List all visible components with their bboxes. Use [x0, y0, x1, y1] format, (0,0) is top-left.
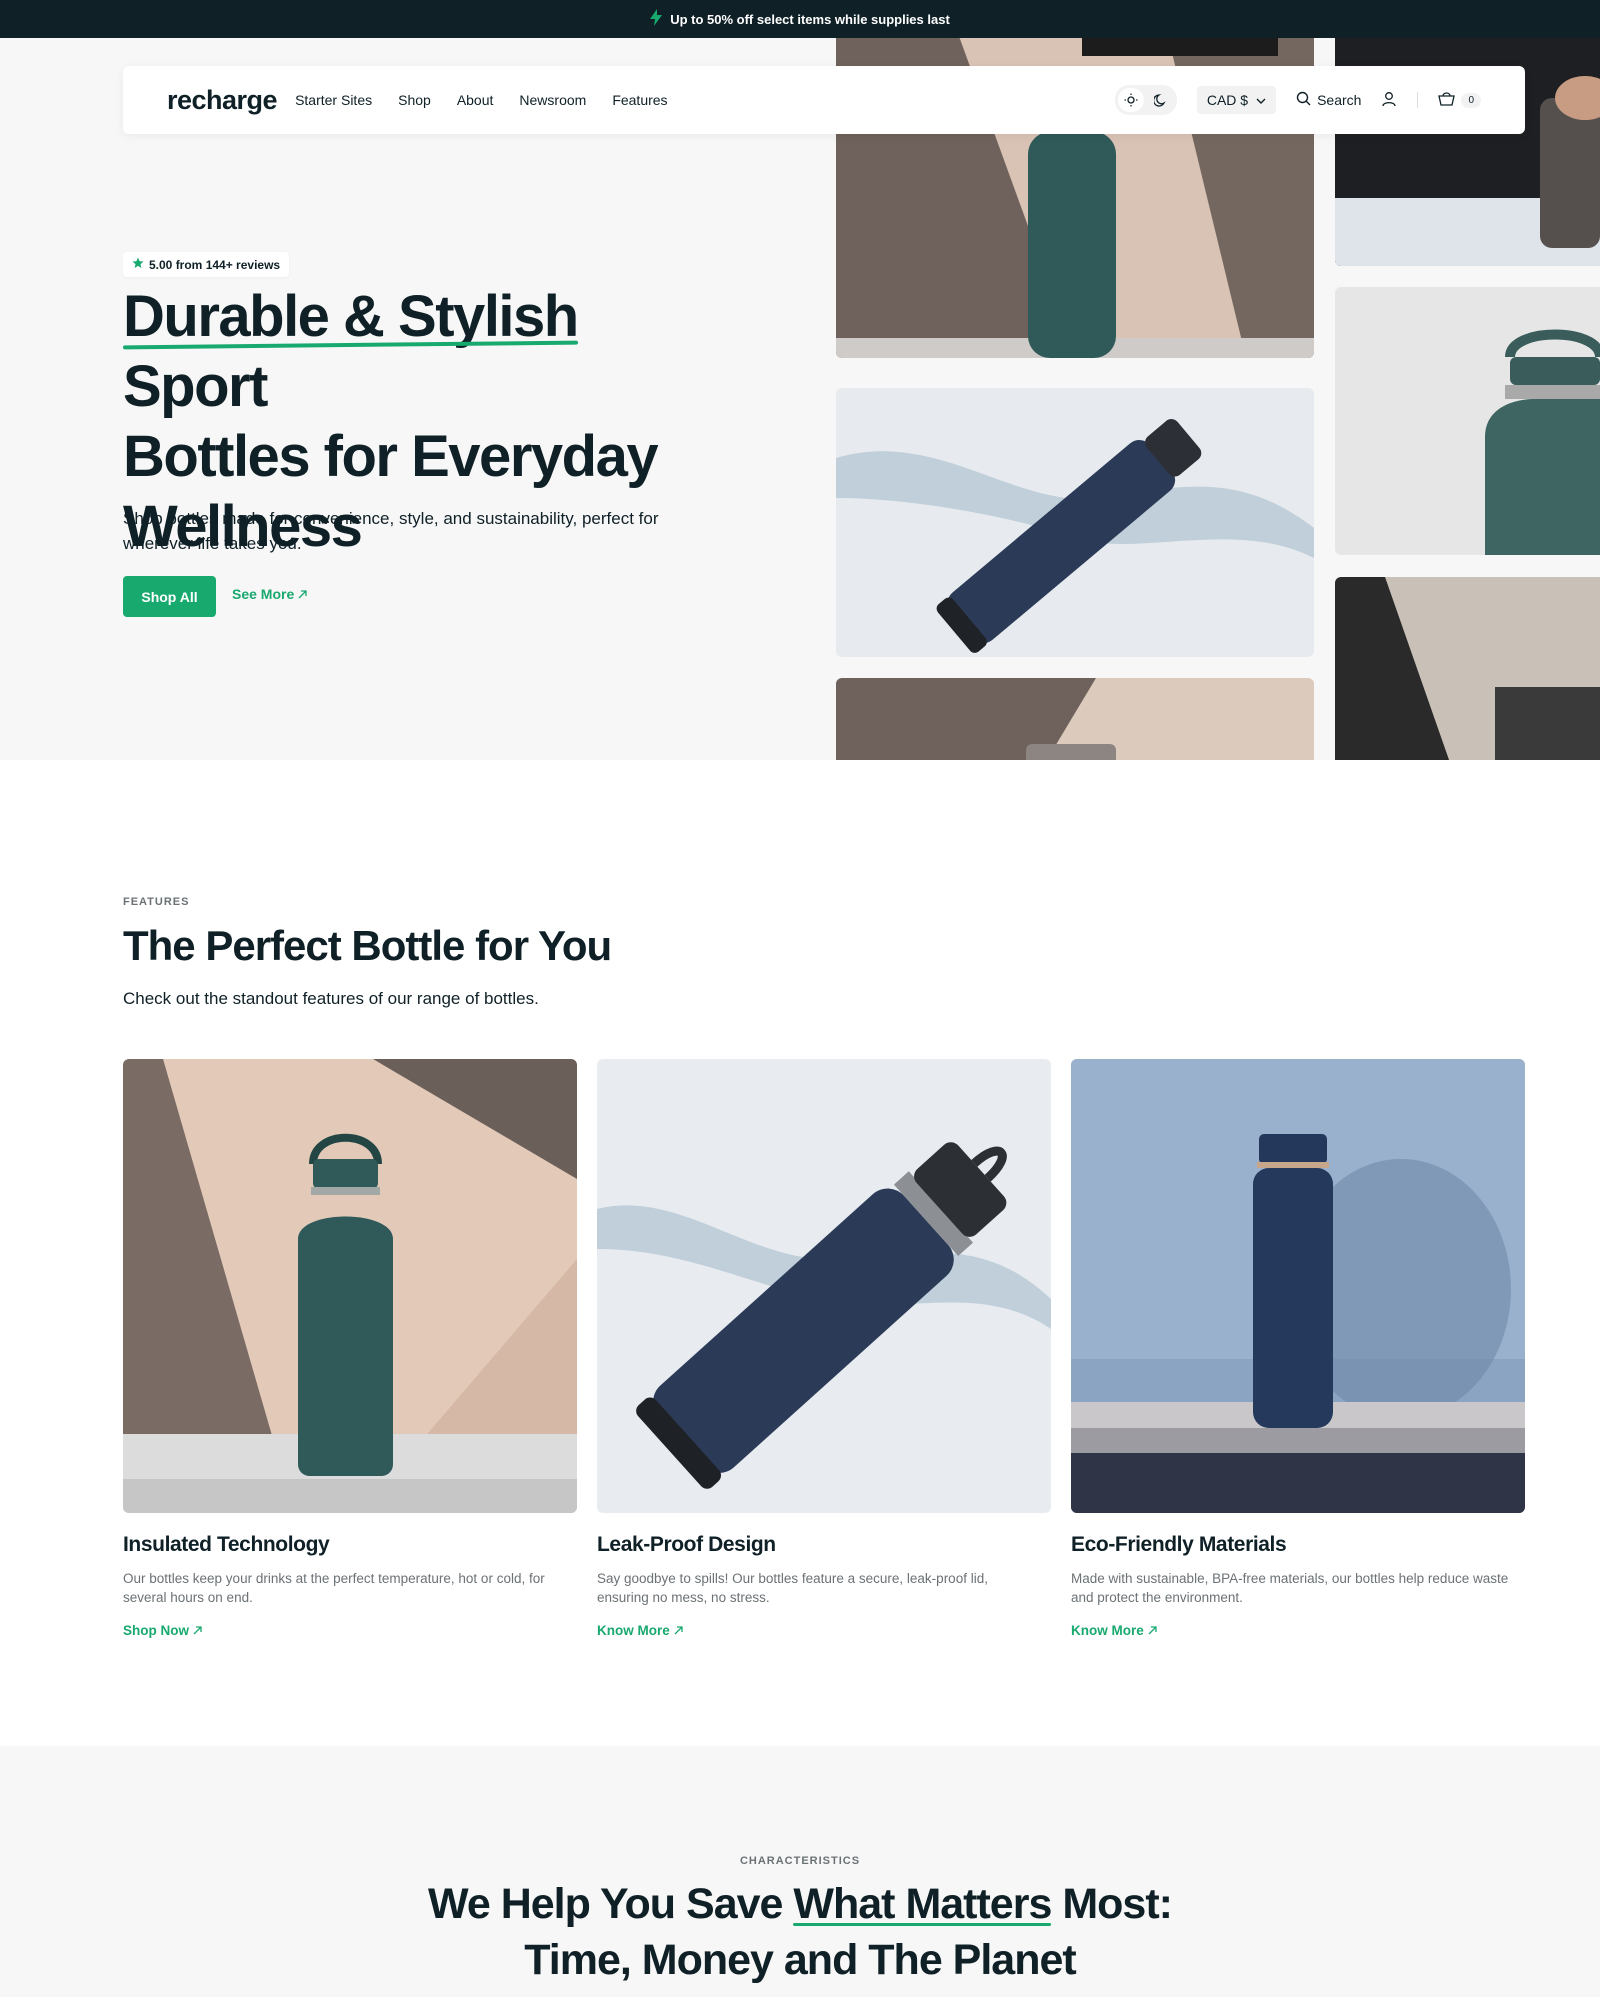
- see-more-label: See More: [232, 586, 295, 602]
- characteristics-title-prefix: We Help You Save: [428, 1880, 794, 1928]
- shop-now-label: Shop Now: [123, 1623, 189, 1638]
- feature-card-insulated: Insulated Technology Our bottles keep yo…: [123, 1059, 577, 1638]
- feature-text-leakproof: Say goodbye to spills! Our bottles featu…: [597, 1571, 988, 1605]
- arrow-up-right-icon: [1148, 1623, 1157, 1638]
- feature-text-eco: Made with sustainable, BPA-free material…: [1071, 1571, 1509, 1605]
- characteristics-title: We Help You Save What Matters Most: Time…: [0, 1876, 1600, 1988]
- know-more-label: Know More: [597, 1623, 670, 1638]
- hero-title-highlight: Durable & Stylish: [123, 284, 579, 349]
- features-eyebrow: FEATURES: [123, 896, 190, 908]
- announcement-text: Up to 50% off select items while supplie…: [670, 11, 950, 27]
- features-subtitle: Check out the standout features of our r…: [123, 989, 539, 1008]
- moon-icon[interactable]: [1148, 88, 1174, 112]
- feature-title-eco: Eco-Friendly Materials: [1071, 1533, 1287, 1556]
- feature-image-leakproof: [597, 1059, 1051, 1513]
- features-title: The Perfect Bottle for You: [123, 922, 612, 969]
- feature-title-insulated: Insulated Technology: [123, 1533, 330, 1556]
- hero-title-line2: Bottles for Everyday: [123, 424, 659, 489]
- nav-link-newsroom[interactable]: Newsroom: [519, 92, 586, 108]
- know-more-link-leakproof[interactable]: Know More: [597, 1623, 1051, 1638]
- rating-text: 5.00 from 144+ reviews: [149, 257, 281, 272]
- site-logo[interactable]: recharge: [167, 85, 278, 116]
- currency-label: CAD $: [1206, 92, 1249, 108]
- know-more-label: Know More: [1071, 1623, 1144, 1638]
- search-button[interactable]: Search: [1296, 91, 1361, 109]
- hero-image-jacket: [1335, 577, 1600, 760]
- star-icon: [132, 257, 144, 272]
- bolt-icon: [650, 8, 663, 30]
- feature-card-leakproof: Leak-Proof Design Say goodbye to spills!…: [597, 1059, 1051, 1638]
- characteristics-eyebrow: CHARACTERISTICS: [739, 1855, 861, 1867]
- cart-count-badge: 0: [1461, 92, 1481, 108]
- search-icon: [1296, 91, 1311, 109]
- nav-links: Starter Sites Shop About Newsroom Featur…: [295, 92, 667, 108]
- main-navbar: recharge Starter Sites Shop About Newsro…: [123, 66, 1525, 134]
- arrow-up-right-icon: [674, 1623, 683, 1638]
- know-more-link-eco[interactable]: Know More: [1071, 1623, 1525, 1638]
- feature-image-eco: [1071, 1059, 1525, 1513]
- nav-link-features[interactable]: Features: [612, 92, 667, 108]
- characteristics-title-suffix: Most:: [1051, 1880, 1173, 1928]
- see-more-link[interactable]: See More: [232, 586, 307, 602]
- sun-icon[interactable]: [1117, 88, 1144, 112]
- rating-badge: 5.00 from 144+ reviews: [123, 252, 290, 277]
- user-icon[interactable]: [1381, 91, 1397, 110]
- feature-title-leakproof: Leak-Proof Design: [597, 1533, 776, 1556]
- feature-card-eco: Eco-Friendly Materials Made with sustain…: [1071, 1059, 1525, 1638]
- cart-button[interactable]: 0: [1438, 91, 1481, 109]
- hero-image-mug: [836, 678, 1314, 760]
- currency-selector[interactable]: CAD $: [1196, 86, 1277, 114]
- arrow-up-right-icon: [298, 586, 307, 602]
- hero-title-line1-rest: Sport: [123, 354, 268, 419]
- nav-actions: CAD $ Search 0: [1114, 85, 1481, 115]
- search-label: Search: [1317, 92, 1362, 108]
- characteristics-title-line2: Time, Money and The Planet: [524, 1936, 1076, 1984]
- theme-toggle: [1114, 85, 1177, 115]
- hero-image-jug: [1335, 287, 1600, 555]
- nav-link-shop[interactable]: Shop: [398, 92, 431, 108]
- shop-now-link[interactable]: Shop Now: [123, 1623, 577, 1638]
- nav-divider: [1417, 92, 1419, 108]
- nav-link-starter-sites[interactable]: Starter Sites: [295, 92, 372, 108]
- chevron-down-icon: [1256, 92, 1266, 108]
- feature-text-insulated: Our bottles keep your drinks at the perf…: [123, 1571, 545, 1605]
- cart-icon: [1438, 91, 1456, 109]
- announcement-bar: Up to 50% off select items while supplie…: [0, 0, 1600, 38]
- hero-image-splash-bottle: [836, 388, 1314, 657]
- shop-all-button[interactable]: Shop All: [123, 576, 216, 617]
- feature-image-insulated: [123, 1059, 577, 1513]
- arrow-up-right-icon: [193, 1623, 202, 1638]
- hero-subtitle: Shop bottles made for convenience, style…: [123, 509, 659, 553]
- characteristics-title-highlight: What Matters: [793, 1880, 1052, 1928]
- nav-link-about[interactable]: About: [457, 92, 494, 108]
